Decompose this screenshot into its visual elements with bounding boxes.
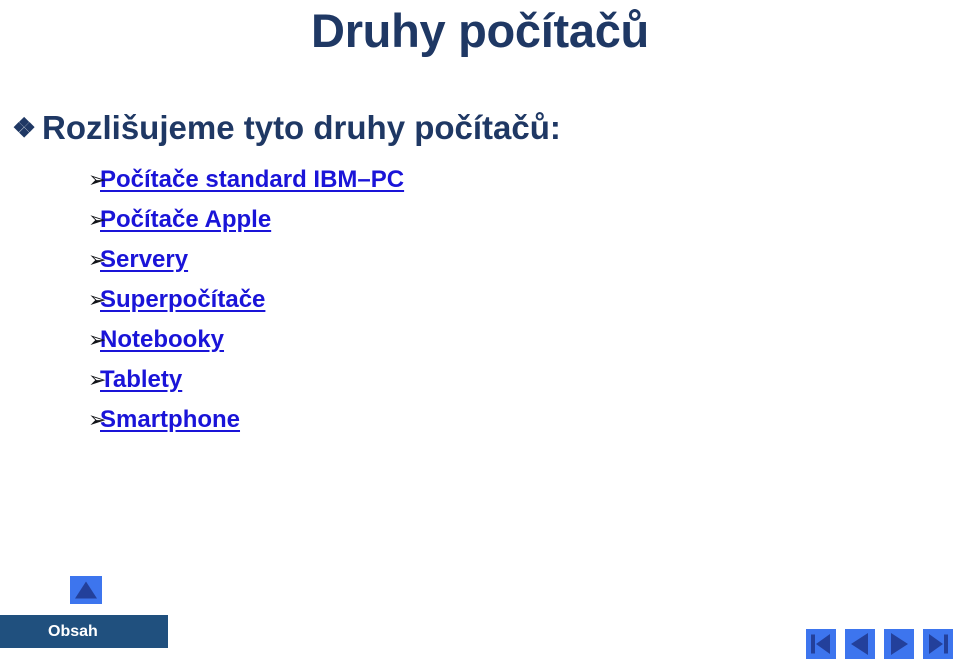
link-pocitace-standard-ibm-pc[interactable]: Počítače standard IBM–PC	[100, 166, 404, 193]
first-slide-bar-icon	[811, 634, 815, 654]
page-title: Druhy počítačů	[311, 4, 649, 57]
arrow-bullet-icon: ➢	[88, 207, 107, 232]
slide-content: ❖ Rozlišujeme tyto druhy počítačů: ➢ Poč…	[0, 106, 960, 440]
link-notebooky[interactable]: Notebooky	[100, 326, 224, 353]
link-pocitace-apple[interactable]: Počítače Apple	[100, 206, 271, 233]
list-item: ➢ Počítače Apple	[0, 200, 960, 240]
list-item: ➢ Servery	[0, 240, 960, 280]
arrow-bullet-icon: ➢	[88, 367, 107, 392]
scroll-up-button[interactable]	[70, 576, 102, 604]
last-slide-icon	[929, 634, 943, 654]
link-tablety[interactable]: Tablety	[100, 366, 182, 393]
obsah-button[interactable]: Obsah	[0, 615, 168, 648]
link-smartphone[interactable]: Smartphone	[100, 406, 240, 433]
first-slide-icon	[816, 634, 830, 654]
next-slide-button[interactable]	[884, 629, 914, 659]
lead-bullet: ❖ Rozlišujeme tyto druhy počítačů:	[0, 106, 960, 150]
previous-slide-icon	[851, 633, 868, 655]
next-slide-icon	[891, 633, 908, 655]
last-slide-bar-icon	[944, 634, 948, 654]
previous-slide-button[interactable]	[845, 629, 875, 659]
link-superpocitace[interactable]: Superpočítače	[100, 286, 265, 313]
arrow-bullet-icon: ➢	[88, 327, 107, 352]
link-servery[interactable]: Servery	[100, 246, 188, 273]
last-slide-button[interactable]	[923, 629, 953, 659]
triangle-up-icon	[75, 581, 97, 599]
list-item: ➢ Notebooky	[0, 320, 960, 360]
list-item: ➢ Počítače standard IBM–PC	[0, 160, 960, 200]
list-item: ➢ Superpočítače	[0, 280, 960, 320]
lead-bullet-label: Rozlišujeme tyto druhy počítačů:	[42, 109, 561, 146]
first-slide-button[interactable]	[806, 629, 836, 659]
obsah-button-label: Obsah	[48, 623, 98, 640]
presentation-slide: Druhy počítačů ❖ Rozlišujeme tyto druhy …	[0, 0, 960, 662]
list-item: ➢ Smartphone	[0, 400, 960, 440]
diamond-bullet-icon: ❖	[12, 113, 37, 143]
computer-types-list: ➢ Počítače standard IBM–PC ➢ Počítače Ap…	[0, 160, 960, 440]
arrow-bullet-icon: ➢	[88, 287, 107, 312]
arrow-bullet-icon: ➢	[88, 407, 107, 432]
arrow-bullet-icon: ➢	[88, 247, 107, 272]
arrow-bullet-icon: ➢	[88, 167, 107, 192]
list-item: ➢ Tablety	[0, 360, 960, 400]
slide-navigation	[806, 629, 954, 659]
